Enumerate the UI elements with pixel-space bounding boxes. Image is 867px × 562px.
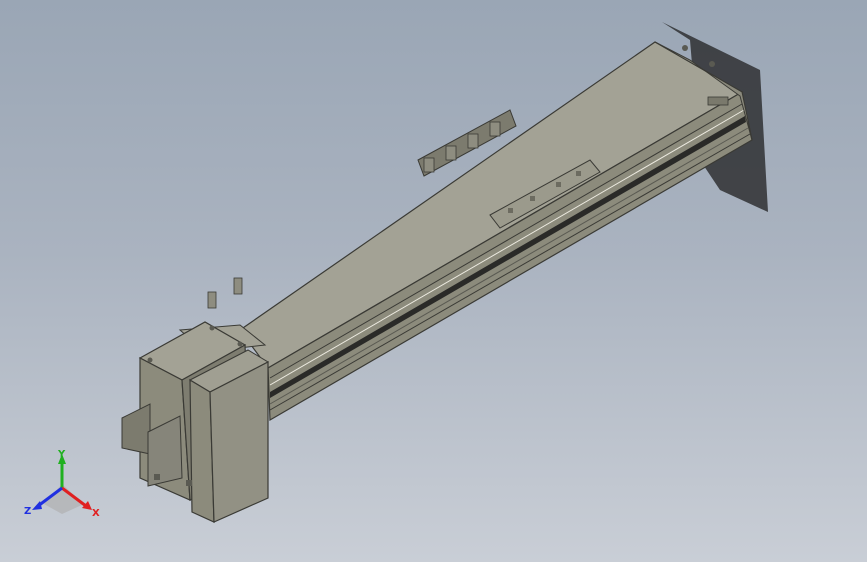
carriage-bolt: [576, 171, 581, 176]
rear-bracket: [423, 157, 435, 173]
motor-bracket: [233, 277, 243, 295]
motor-screw: [147, 357, 153, 363]
x-axis-label: X: [92, 508, 100, 519]
rear-bracket: [467, 133, 479, 149]
carriage-bolt: [508, 208, 513, 213]
end-cap-screw: [709, 61, 715, 67]
connector-block: [121, 403, 151, 455]
carriage-bolt: [556, 182, 561, 187]
linear-actuator-model[interactable]: [0, 0, 867, 562]
end-cap-screw: [682, 45, 688, 51]
y-axis-label: Y: [57, 449, 66, 460]
connector-pin: [154, 474, 160, 480]
graphics-viewport[interactable]: Y X Z: [0, 0, 867, 562]
motor-screw: [237, 341, 243, 347]
motor-screw: [209, 325, 215, 331]
end-connector: [707, 96, 729, 106]
motor-bracket: [207, 291, 217, 309]
z-axis-label: Z: [24, 506, 31, 517]
orientation-triad: Y X Z: [24, 449, 100, 519]
carriage-bolt: [530, 196, 535, 201]
rear-bracket: [445, 145, 457, 161]
body-top-face: [239, 41, 744, 369]
rear-bracket: [489, 121, 501, 137]
connector-pin: [186, 480, 192, 486]
